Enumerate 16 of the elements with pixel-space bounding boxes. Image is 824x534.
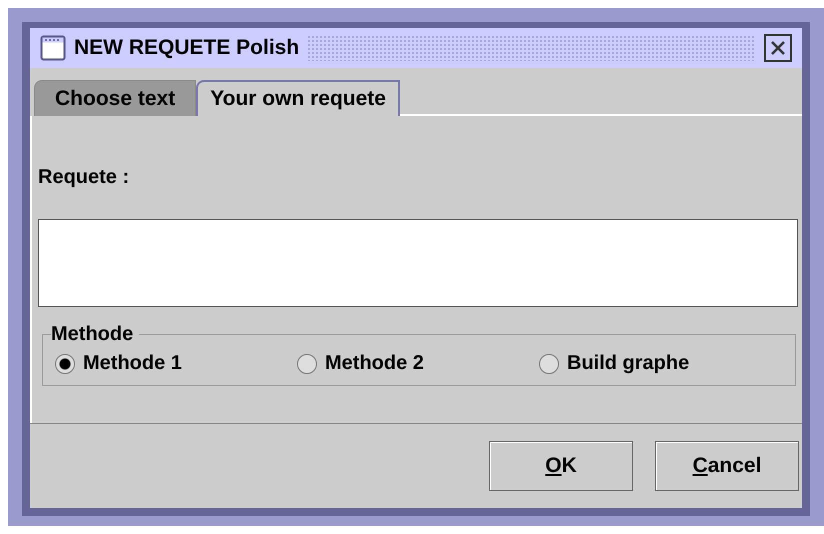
window-title: NEW REQUETE Polish — [74, 36, 300, 60]
tab[interactable]: Choose text — [34, 80, 196, 116]
group-title: Methode — [51, 323, 134, 346]
cancel-button[interactable]: Cancel — [655, 441, 799, 491]
requete-label: Requete : — [38, 166, 130, 189]
ok-button[interactable]: OK — [489, 441, 633, 491]
requete-field[interactable] — [38, 219, 798, 307]
tab[interactable]: Your own requete — [196, 80, 400, 116]
radio-option[interactable]: Build graphe — [539, 352, 781, 375]
radio-circle[interactable] — [55, 354, 75, 374]
radio-option[interactable]: Methode 2 — [297, 352, 539, 375]
window-icon — [40, 35, 66, 61]
radio-circle[interactable] — [297, 354, 317, 374]
radio-option[interactable]: Methode 1 — [55, 352, 297, 375]
radio-circle[interactable] — [539, 354, 559, 374]
close-button[interactable] — [764, 34, 792, 62]
